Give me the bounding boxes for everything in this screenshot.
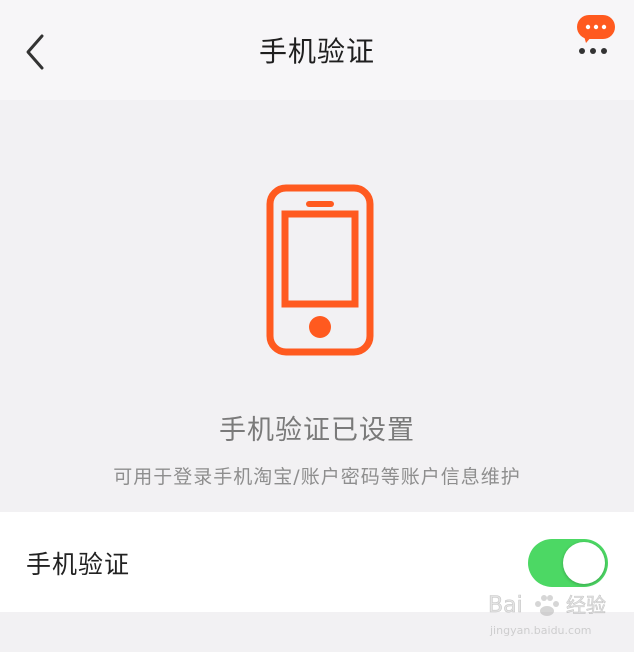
toggle-knob [563, 542, 605, 584]
svg-text:jingyan.baidu.com: jingyan.baidu.com [489, 624, 592, 637]
baidu-watermark-logo: Bai 经验 jingyan.baidu.com [488, 593, 607, 637]
message-badge-icon [577, 15, 615, 43]
svg-text:Bai: Bai [488, 593, 523, 618]
page-title: 手机验证 [258, 35, 375, 68]
more-dots-icon [579, 48, 607, 54]
mobile-phone-icon [266, 184, 374, 356]
status-title: 手机验证已设置 [219, 415, 415, 446]
status-description: 可用于登录手机淘宝/账户密码等账户信息维护 [113, 466, 521, 488]
navigation-bar: 手机验证 [0, 0, 634, 100]
phone-verification-toggle[interactable] [528, 539, 608, 587]
more-button[interactable] [570, 12, 626, 68]
setting-label: 手机验证 [26, 550, 131, 579]
svg-text:经验: 经验 [566, 593, 606, 617]
